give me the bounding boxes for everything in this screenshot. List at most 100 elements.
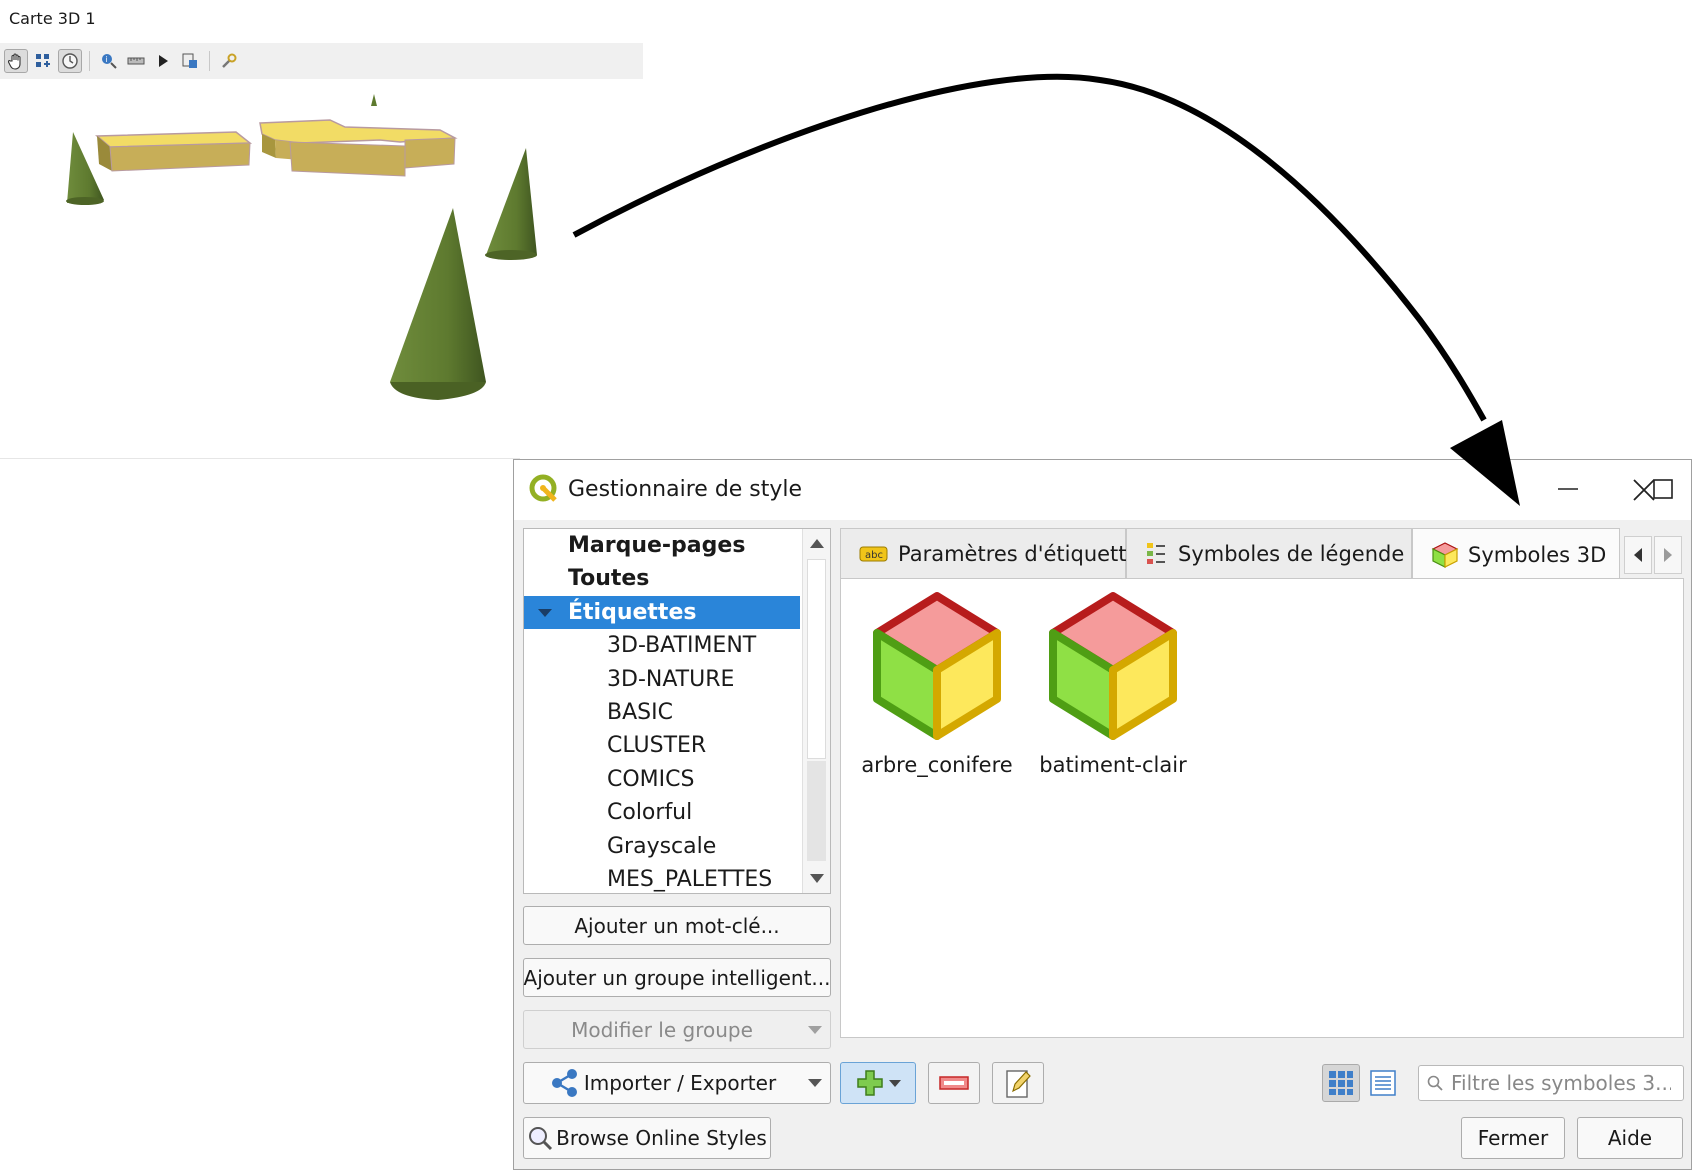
symbol-label: arbre_conifere — [861, 753, 1013, 777]
edit-symbol-button[interactable] — [992, 1062, 1044, 1104]
cube-3d-icon — [1431, 541, 1459, 569]
export-scene-icon[interactable] — [178, 49, 202, 73]
add-smart-group-button[interactable]: Ajouter un groupe intelligent... — [523, 958, 831, 997]
import-export-button[interactable]: Importer / Exporter — [523, 1062, 831, 1104]
symbol-label: batiment-clair — [1039, 753, 1187, 777]
scroll-down-arrow-icon[interactable] — [810, 874, 824, 883]
tree-item-tag[interactable]: Grayscale — [524, 830, 800, 863]
tree-item-label: COMICS — [607, 766, 695, 792]
tab-scroll-right-icon[interactable] — [1654, 536, 1682, 574]
tree-item-label: 3D-BATIMENT — [607, 633, 757, 659]
symbol-item[interactable]: batiment-clair — [1033, 591, 1193, 777]
import-export-label: Importer / Exporter — [583, 1071, 777, 1095]
tree-item-tag[interactable]: MES_PALETTES — [524, 863, 800, 893]
tab-scroll-left-triangle — [1634, 548, 1642, 562]
tab-3d-symbols-label: Symboles 3D — [1468, 542, 1607, 567]
animation-icon[interactable] — [58, 49, 82, 73]
tree-cone-front — [390, 208, 486, 400]
tab-legend-symbols-label: Symboles de légende — [1178, 541, 1405, 566]
qgis-logo-icon — [529, 474, 559, 508]
tree-item-tag[interactable]: CLUSTER — [524, 729, 800, 762]
config-icon[interactable] — [217, 49, 241, 73]
chevron-down-icon — [808, 1079, 822, 1087]
map-toolbar: i — [0, 43, 643, 79]
legend-symbols-icon — [1145, 541, 1169, 567]
symbols-list[interactable]: arbre_conifere batiment-clair — [840, 578, 1684, 1038]
share-icon — [551, 1069, 577, 1097]
tree-item-tag[interactable]: COMICS — [524, 763, 800, 796]
3d-scene-view[interactable] — [0, 80, 643, 460]
symbol-item[interactable]: arbre_conifere — [857, 591, 1017, 777]
building-a — [95, 131, 253, 172]
tab-3d-symbols[interactable]: Symboles 3D — [1412, 528, 1620, 580]
icon-view-button[interactable] — [1322, 1064, 1360, 1102]
tab-scroll-right-triangle — [1664, 548, 1672, 562]
toolbar-separator — [89, 51, 90, 71]
tree-item-tag[interactable]: BASIC — [524, 696, 800, 729]
label-settings-icon: abc — [859, 544, 889, 564]
tree-scrollbar[interactable] — [802, 529, 830, 893]
minimize-icon[interactable] — [1545, 468, 1591, 510]
tree-item-label: 3D-NATURE — [607, 666, 735, 692]
tab-legend-symbols[interactable]: Symboles de légende — [1126, 528, 1412, 578]
scroll-thumb[interactable] — [807, 559, 826, 759]
tags-tree-list: Marque-pages Toutes Étiquettes 3D-BATIMENT 3… — [524, 529, 800, 893]
pan-icon[interactable] — [4, 49, 28, 73]
tree-item-tag[interactable]: 3D-NATURE — [524, 663, 800, 696]
chevron-down-icon — [808, 1025, 822, 1034]
cube-3d-icon — [1049, 592, 1177, 740]
minus-icon — [939, 1076, 969, 1090]
map-window-title: Carte 3D 1 — [9, 9, 96, 28]
svg-text:i: i — [105, 55, 107, 64]
browse-online-styles-button[interactable]: Browse Online Styles — [523, 1117, 771, 1159]
tags-tree[interactable]: Marque-pages Toutes Étiquettes 3D-BATIMENT 3… — [523, 528, 831, 894]
style-manager-dialog: Gestionnaire de style Marque-pages Toutes… — [513, 459, 1692, 1170]
tree-item-label: MES_PALETTES — [607, 866, 773, 892]
tab-label-settings-label: Paramètres d'étiquette — [898, 541, 1140, 566]
tree-item-tag[interactable]: Colorful — [524, 796, 800, 829]
dialog-titlebar: Gestionnaire de style — [514, 460, 1691, 520]
help-button[interactable]: Aide — [1577, 1117, 1683, 1159]
chevron-down-icon — [889, 1079, 901, 1087]
measure-icon[interactable] — [124, 49, 148, 73]
list-view-button[interactable] — [1364, 1064, 1402, 1102]
identify-icon[interactable]: i — [97, 49, 121, 73]
tree-item-group[interactable]: Étiquettes — [524, 595, 800, 630]
tree-item-root[interactable]: Marque-pages — [524, 529, 800, 562]
remove-symbol-button[interactable] — [928, 1062, 980, 1104]
add-tag-button[interactable]: Ajouter un mot-clé... — [523, 906, 831, 945]
symbol-filter-input[interactable] — [1451, 1071, 1671, 1095]
modify-group-label: Modifier le groupe — [571, 1017, 753, 1042]
edit-pencil-icon — [1006, 1070, 1031, 1098]
close-icon[interactable] — [1632, 478, 1656, 502]
add-symbol-button[interactable] — [840, 1062, 916, 1104]
list-view-icon — [1370, 1070, 1396, 1096]
symbol-filter-field[interactable] — [1418, 1065, 1684, 1101]
scroll-up-arrow-icon[interactable] — [810, 539, 824, 548]
browse-online-label: Browse Online Styles — [556, 1126, 767, 1150]
dialog-title: Gestionnaire de style — [568, 477, 803, 502]
camera-tile-icon[interactable] — [31, 49, 55, 73]
tab-scroll-left-icon[interactable] — [1624, 536, 1652, 574]
tree-item-label: Marque-pages — [568, 533, 746, 558]
tab-label-settings[interactable]: abc Paramètres d'étiquette — [840, 528, 1139, 578]
screenshot-root: Carte 3D 1 i Gestionnaire de style Marqu… — [0, 0, 1692, 1170]
tree-cone-right — [485, 148, 537, 260]
modify-group-button: Modifier le groupe — [523, 1010, 831, 1049]
tree-item-label: CLUSTER — [607, 733, 707, 759]
scroll-track[interactable] — [807, 761, 826, 861]
play-icon[interactable] — [151, 49, 175, 73]
expand-caret-icon[interactable] — [538, 608, 552, 617]
tree-item-label: Toutes — [568, 566, 650, 592]
tree-item-label: BASIC — [607, 699, 673, 725]
style-tabs: abc Paramètres d'étiquette Symboles de l… — [840, 528, 1684, 580]
close-button[interactable]: Fermer — [1461, 1117, 1565, 1159]
cube-3d-icon — [873, 592, 1001, 740]
tree-item-root[interactable]: Toutes — [524, 562, 800, 595]
grid-view-icon — [1329, 1071, 1353, 1095]
search-icon — [1427, 1075, 1443, 1091]
scene-divider — [0, 458, 520, 459]
tree-cone-small-far — [371, 94, 377, 106]
svg-text:abc: abc — [865, 550, 883, 561]
tree-item-tag[interactable]: 3D-BATIMENT — [524, 629, 800, 662]
